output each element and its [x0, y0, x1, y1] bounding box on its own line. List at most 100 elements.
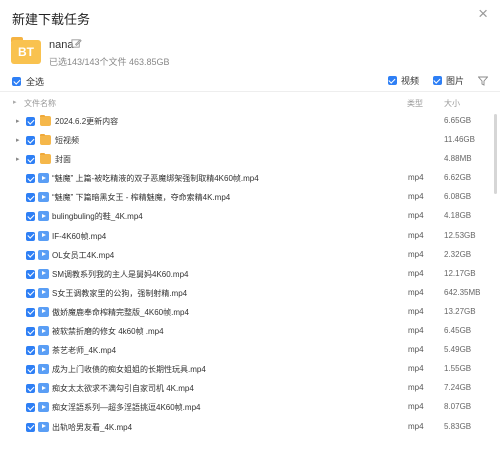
funnel-icon[interactable] — [478, 76, 488, 86]
file-size: 6.45GB — [444, 326, 472, 336]
file-type: mp4 — [408, 326, 424, 336]
select-all-checkbox[interactable]: 全选 — [12, 75, 44, 88]
file-size: 2.32GB — [444, 249, 472, 259]
file-size: 6.65GB — [444, 116, 472, 125]
file-row[interactable]: SM调教系列我的主人是舅妈4K60.mp4 mp4 12.17GB — [0, 265, 492, 284]
file-row[interactable]: “魅魔” 上篇-被吃精液的双子恶魔绑架强制取精4K60帧.mp4 mp4 6.62G… — [0, 169, 492, 188]
filter-video-label: 视频 — [400, 76, 419, 86]
file-name: 茶艺老师_4K.mp4 — [52, 346, 117, 356]
checkbox-checked-icon — [12, 77, 21, 86]
file-type: mp4 — [408, 345, 424, 355]
column-header-size[interactable]: 大小 — [444, 98, 460, 109]
file-size: 7.24GB — [444, 383, 472, 393]
row-checkbox[interactable] — [26, 365, 35, 375]
file-name: SM调教系列我的主人是舅妈4K60.mp4 — [52, 269, 189, 279]
file-name: bulingbuling的鞋_4K.mp4 — [52, 212, 143, 222]
edit-icon[interactable] — [71, 38, 82, 49]
bt-torrent-icon: BT — [11, 37, 41, 64]
file-type: mp4 — [408, 421, 424, 431]
task-name: nana — [49, 39, 74, 51]
expand-arrow-icon[interactable]: ▸ — [16, 155, 20, 163]
file-name: “魅魔” 下篇暗黑女王 - 榨精魅魔，夺命索精4K.mp4 — [52, 193, 231, 203]
row-checkbox[interactable] — [26, 155, 35, 165]
folder-row[interactable]: ▸ 封面 4.88MB — [0, 150, 492, 169]
file-type: mp4 — [408, 173, 424, 183]
row-checkbox[interactable] — [26, 307, 35, 317]
file-row[interactable]: 傲娇魔鹿奉命榨精完整版_4K60帧.mp4 mp4 13.27GB — [0, 303, 492, 322]
file-row[interactable]: 茶艺老师_4K.mp4 mp4 5.49GB — [0, 341, 492, 360]
row-checkbox[interactable] — [26, 193, 35, 203]
row-checkbox[interactable] — [26, 269, 35, 279]
file-name: 痴女淫語系列—超多淫語挑逗4K60帧.mp4 — [52, 403, 201, 413]
row-checkbox[interactable] — [26, 327, 35, 337]
row-checkbox[interactable] — [26, 250, 35, 260]
file-size: 6.62GB — [444, 173, 472, 183]
window-title: 新建下载任务 — [12, 12, 91, 27]
file-row[interactable]: 痴女太太欲求不满勾引自家司机 4K.mp4 mp4 7.24GB — [0, 379, 492, 398]
type-filters: 视频 图片 — [374, 74, 488, 87]
expand-arrow-icon[interactable]: ▸ — [16, 136, 20, 144]
file-type: mp4 — [408, 249, 424, 259]
file-name: 痴女太太欲求不满勾引自家司机 4K.mp4 — [52, 384, 194, 394]
filter-image-label: 图片 — [445, 76, 464, 86]
row-checkbox[interactable] — [26, 174, 35, 184]
file-table-header: ▸ 文件名称 类型 大小 — [0, 97, 500, 111]
column-header-name[interactable]: 文件名称 — [24, 98, 56, 109]
video-file-icon — [38, 383, 49, 394]
checkbox-checked-icon — [387, 76, 397, 85]
video-file-icon — [38, 306, 49, 317]
file-size: 5.83GB — [444, 421, 472, 431]
file-row[interactable]: 痴女淫語系列—超多淫語挑逗4K60帧.mp4 mp4 8.07GB — [0, 398, 492, 417]
file-row[interactable]: OL女员工4K.mp4 mp4 2.32GB — [0, 246, 492, 265]
file-row[interactable]: “魅魔” 下篇暗黑女王 - 榨精魅魔，夺命索精4K.mp4 mp4 6.08GB — [0, 188, 492, 207]
file-list: ▸ 2024.6.2更新内容 6.65GB ▸ 短视频 11.46GB ▸ 封面 4.88MB “… — [0, 112, 492, 437]
file-size: 11.46GB — [444, 135, 475, 145]
file-row[interactable]: bulingbuling的鞋_4K.mp4 mp4 4.18GB — [0, 207, 492, 226]
bt-icon-label: BT — [11, 40, 41, 64]
file-size: 4.18GB — [444, 211, 472, 221]
column-header-type[interactable]: 类型 — [407, 98, 423, 109]
file-size: 1.55GB — [444, 364, 472, 374]
row-checkbox[interactable] — [26, 422, 35, 432]
folder-icon — [40, 133, 51, 146]
file-name: 封面 — [55, 155, 71, 165]
folder-icon — [40, 114, 51, 126]
file-name: 2024.6.2更新内容 — [55, 117, 119, 126]
file-size: 642.35MB — [444, 287, 481, 297]
file-name: IF-4K60帧.mp4 — [52, 231, 107, 241]
file-type: mp4 — [408, 211, 424, 221]
row-checkbox[interactable] — [26, 403, 35, 413]
video-file-icon — [38, 287, 49, 298]
file-size: 6.08GB — [444, 192, 472, 202]
file-name: 被软禁折磨的修女 4k60帧 .mp4 — [52, 327, 164, 337]
close-icon[interactable]: × — [478, 5, 488, 23]
folder-row[interactable]: ▸ 短视频 11.46GB — [0, 131, 492, 150]
video-file-icon — [38, 402, 49, 413]
file-name: 成为上门收债的痴女姐姐的长期性玩具.mp4 — [52, 365, 206, 375]
file-row[interactable]: 出轨哈男友看_4K.mp4 mp4 5.83GB — [0, 418, 492, 437]
file-row[interactable]: S女王调教家里的公狗，强制射精.mp4 mp4 642.35MB — [0, 284, 492, 303]
folder-row[interactable]: ▸ 2024.6.2更新内容 6.65GB — [0, 112, 492, 131]
video-file-icon — [38, 364, 49, 375]
row-checkbox[interactable] — [26, 231, 35, 241]
file-size: 12.17GB — [444, 268, 476, 278]
file-row[interactable]: 被软禁折磨的修女 4k60帧 .mp4 mp4 6.45GB — [0, 322, 492, 341]
filter-video-checkbox[interactable]: 视频 — [387, 74, 419, 87]
file-row[interactable]: IF-4K60帧.mp4 mp4 12.53GB — [0, 227, 492, 246]
row-checkbox[interactable] — [26, 212, 35, 222]
select-all-label: 全选 — [26, 77, 45, 87]
sort-caret-icon[interactable]: ▸ — [13, 98, 17, 106]
file-row[interactable]: 成为上门收债的痴女姐姐的长期性玩具.mp4 mp4 1.55GB — [0, 360, 492, 379]
row-checkbox[interactable] — [26, 117, 35, 126]
video-file-icon — [38, 249, 49, 260]
file-type: mp4 — [408, 364, 424, 374]
row-checkbox[interactable] — [26, 288, 35, 298]
row-checkbox[interactable] — [26, 136, 35, 146]
file-name: S女王调教家里的公狗，强制射精.mp4 — [52, 288, 188, 298]
filter-image-checkbox[interactable]: 图片 — [432, 74, 464, 87]
row-checkbox[interactable] — [26, 346, 35, 356]
file-type: mp4 — [408, 383, 424, 393]
expand-arrow-icon[interactable]: ▸ — [16, 117, 20, 125]
row-checkbox[interactable] — [26, 384, 35, 394]
scrollbar-thumb[interactable] — [494, 114, 497, 194]
